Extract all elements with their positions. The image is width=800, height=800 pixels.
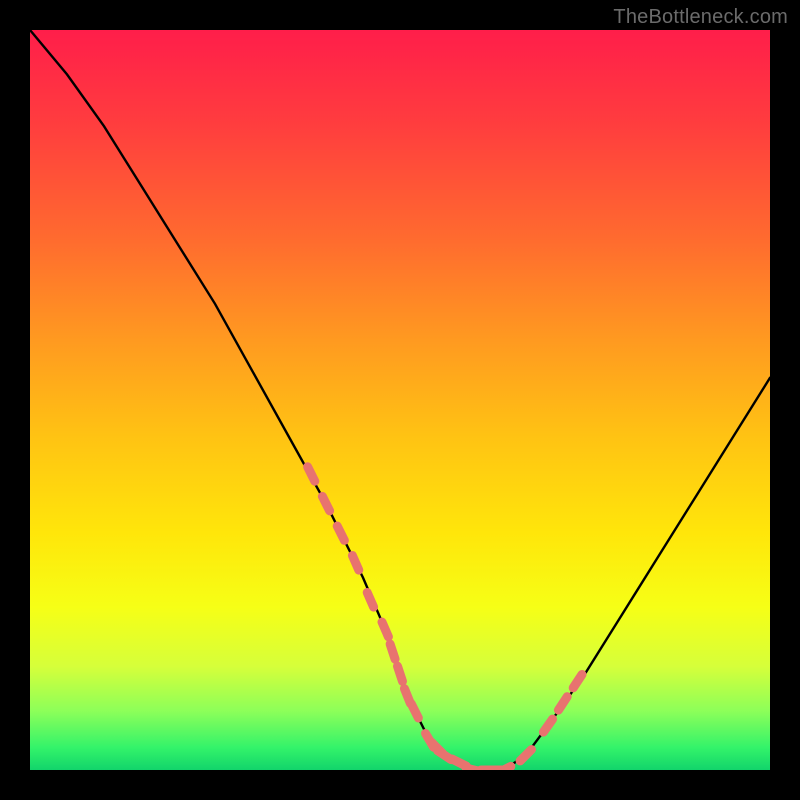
highlight-dash <box>308 467 315 481</box>
chart-frame: TheBottleneck.com <box>0 0 800 800</box>
highlight-dashes <box>308 467 582 770</box>
highlight-dash <box>382 622 388 637</box>
highlight-dash <box>337 526 344 540</box>
plot-area <box>30 30 770 770</box>
highlight-dash <box>390 644 395 659</box>
watermark-text: TheBottleneck.com <box>613 6 788 29</box>
highlight-dash <box>322 496 329 510</box>
highlight-dash <box>411 704 418 718</box>
highlight-dash <box>558 697 567 710</box>
highlight-dash <box>367 593 373 608</box>
highlight-dash <box>520 750 531 761</box>
highlight-dash <box>398 666 403 681</box>
highlight-dash <box>573 675 582 688</box>
highlight-dash <box>543 719 552 732</box>
bottleneck-curve <box>30 30 770 770</box>
bottleneck-curve-svg <box>30 30 770 770</box>
highlight-dash <box>352 556 358 571</box>
